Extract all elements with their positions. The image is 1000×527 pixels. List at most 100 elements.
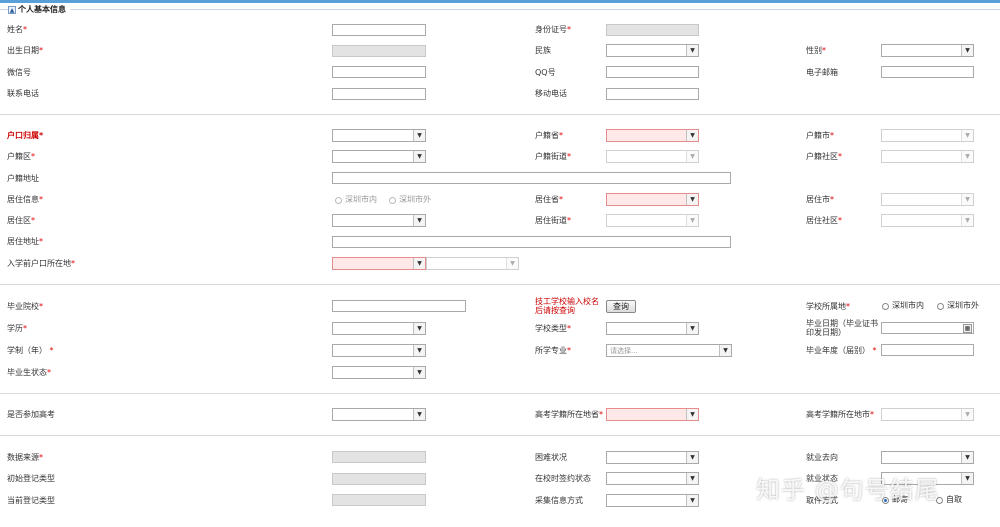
label-hj-dist: 户籍区* [7,152,35,161]
label-major: 所学专业* [535,346,571,355]
chevron-down-icon: ▼ [686,323,698,334]
collapse-icon[interactable]: ▲ [8,5,16,14]
gaokao-province-select[interactable]: ▼ [606,408,699,421]
label-edu: 学历* [7,324,27,333]
label-school-loc: 学校所属地* [806,302,850,311]
gender-select[interactable]: ▼ [881,44,974,57]
chevron-down-icon: ▼ [686,194,698,205]
divider [0,435,1000,436]
label-hj-prov: 户籍省* [535,131,563,140]
divider [0,114,1000,115]
label-mobile: 移动电话 [535,89,567,98]
label-gk-prov: 高考学籍所在地省* [535,410,603,419]
section-title: 个人基本信息 [18,5,66,14]
radio-school-sz-out[interactable]: 深圳市外 [937,301,979,311]
radio-res-sz-in[interactable]: 深圳市内 [335,195,377,205]
chevron-down-icon: ▼ [506,258,518,269]
res-province-select[interactable]: ▼ [606,193,699,206]
label-res-prov: 居住省* [535,195,563,204]
grad-date-input[interactable]: ▦ [881,322,974,334]
res-district-select[interactable]: ▼ [332,214,426,227]
calendar-icon[interactable]: ▦ [963,324,972,333]
chevron-down-icon: ▼ [686,45,698,56]
chevron-down-icon: ▼ [413,151,425,162]
hj-address-input[interactable] [332,172,731,184]
radio-res-sz-out[interactable]: 深圳市外 [389,195,431,205]
label-res-street: 居住街道* [535,216,571,225]
school-note: 技工学校输入校名后请按查询 [535,297,599,315]
hj-province-select[interactable]: ▼ [606,129,699,142]
label-init-type: 初始登记类型 [7,474,55,483]
email-input[interactable] [881,66,974,78]
label-cur-type: 当前登记类型 [7,496,55,505]
mobile-input[interactable] [606,88,699,100]
label-hj-street: 户籍街道* [535,152,571,161]
label-res-dist: 居住区* [7,216,35,225]
chevron-down-icon: ▼ [961,473,973,484]
id-no-input[interactable] [606,24,699,36]
chevron-down-icon: ▼ [961,151,973,162]
wechat-input[interactable] [332,66,426,78]
hj-community-select[interactable]: ▼ [881,150,974,163]
label-gaokao: 是否参加高考 [7,410,55,419]
label-grad-date: 毕业日期（毕业证书印发日期） [806,319,878,337]
grad-school-input[interactable] [332,300,466,312]
school-type-select[interactable]: ▼ [606,322,699,335]
label-hj-addr: 户籍地址 [7,174,39,183]
chevron-down-icon: ▼ [686,151,698,162]
hj-street-select[interactable]: ▼ [606,150,699,163]
grad-year-input[interactable] [881,344,974,356]
hj-district-select[interactable]: ▼ [332,150,426,163]
major-select[interactable]: 请选择... ▼ [606,344,732,357]
res-community-select[interactable]: ▼ [881,214,974,227]
label-wechat: 微信号 [7,68,31,77]
birth-date-input[interactable] [332,45,426,57]
label-grad-status: 毕业生状态* [7,368,51,377]
label-name: 姓名* [7,25,27,34]
chevron-down-icon: ▼ [413,215,425,226]
name-input[interactable] [332,24,426,36]
gaokao-city-select[interactable]: ▼ [881,408,974,421]
res-address-input[interactable] [332,236,731,248]
sign-status-select[interactable]: ▼ [606,472,699,485]
chevron-down-icon: ▼ [686,495,698,506]
hj-city-select[interactable]: ▼ [881,129,974,142]
label-res-comm: 居住社区* [806,216,842,225]
radio-school-sz-in[interactable]: 深圳市内 [882,301,924,311]
label-ethnic: 民族 [535,46,551,55]
gaokao-select[interactable]: ▼ [332,408,426,421]
hukou-select[interactable]: ▼ [332,129,426,142]
hardship-select[interactable]: ▼ [606,451,699,464]
grad-status-select[interactable]: ▼ [332,366,426,379]
pre-hukou-province-select[interactable]: ▼ [332,257,426,270]
chevron-down-icon: ▼ [719,345,731,356]
collect-method-select[interactable]: ▼ [606,494,699,507]
label-hukou: 户口归属* [7,131,44,140]
chevron-down-icon: ▼ [961,130,973,141]
pre-hukou-city-select[interactable]: ▼ [426,257,519,270]
length-select[interactable]: ▼ [332,344,426,357]
divider [0,393,1000,394]
qq-input[interactable] [606,66,699,78]
label-pre-hukou: 入学前户口所在地* [7,259,75,268]
divider [0,284,1000,285]
label-school-type: 学校类型* [535,324,571,333]
ethnic-select[interactable]: ▼ [606,44,699,57]
phone-input[interactable] [332,88,426,100]
res-city-select[interactable]: ▼ [881,193,974,206]
chevron-down-icon: ▼ [413,367,425,378]
watermark: 知乎 @句号结尾 [756,476,940,504]
source-input[interactable] [332,451,426,463]
label-hardship: 困难状况 [535,453,567,462]
label-hj-city: 户籍市* [806,131,834,140]
chevron-down-icon: ▼ [686,452,698,463]
chevron-down-icon: ▼ [961,215,973,226]
chevron-down-icon: ▼ [686,473,698,484]
current-type-input[interactable] [332,494,426,506]
education-select[interactable]: ▼ [332,322,426,335]
query-button[interactable]: 查询 [606,300,636,313]
res-street-select[interactable]: ▼ [606,214,699,227]
init-type-input[interactable] [332,473,426,485]
label-qq: QQ号 [535,68,556,77]
employment-direction-select[interactable]: ▼ [881,451,974,464]
